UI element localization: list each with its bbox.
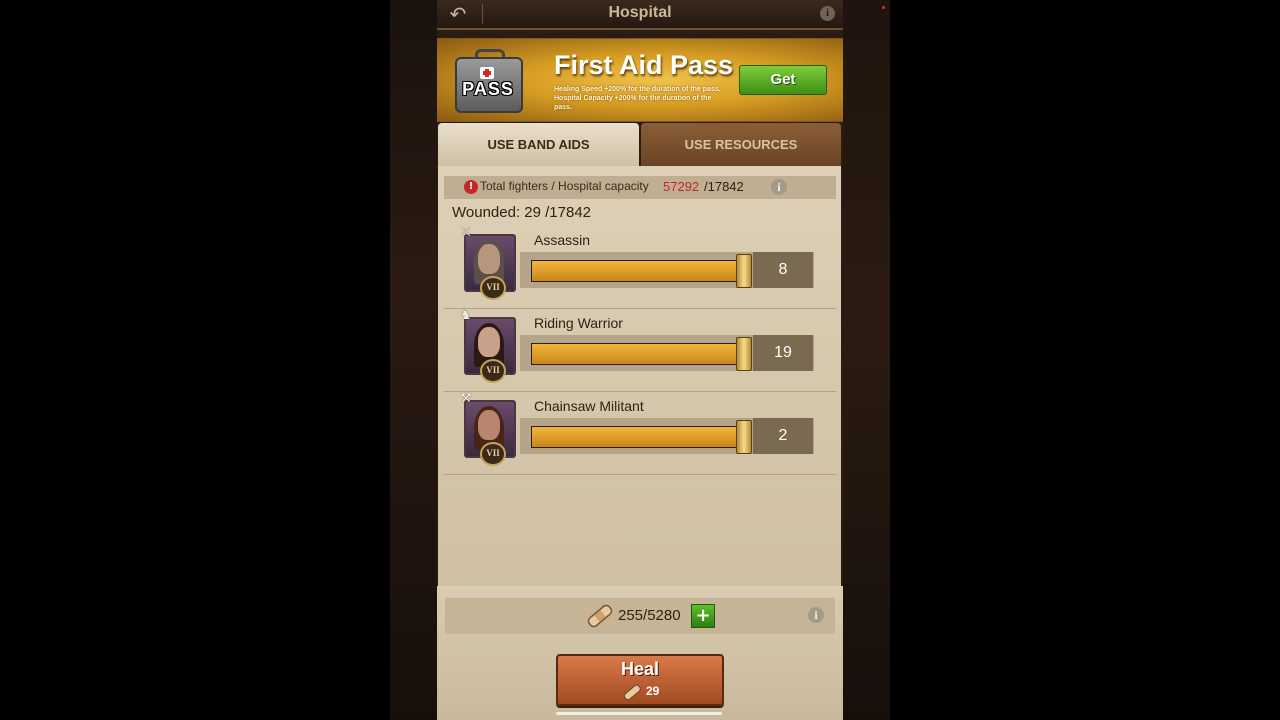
unit-count[interactable]: 19: [753, 335, 813, 371]
avatar-face: [478, 244, 500, 274]
tab-use-band-aids[interactable]: USE BAND AIDS: [438, 123, 639, 166]
slider-fill: [532, 427, 744, 447]
banner-title: First Aid Pass: [554, 50, 734, 80]
slider-knob[interactable]: [736, 254, 752, 288]
pass-kit-icon: PASS: [453, 49, 523, 113]
unit-row-assassin: ⚔ VII Assassin 8: [444, 226, 836, 309]
bottom-bar-area: 255/5280 + i Heal 29: [437, 586, 843, 720]
slider-track[interactable]: [531, 426, 745, 448]
banner-desc-3: pass.: [554, 104, 572, 111]
dagger-icon: ⚔: [460, 225, 472, 240]
unit-row-riding-warrior: ♞ VII Riding Warrior 19: [444, 309, 836, 392]
add-bandages-button[interactable]: +: [691, 604, 715, 628]
heal-button[interactable]: Heal 29: [556, 654, 724, 706]
rank-badge: VII: [480, 276, 506, 300]
bandage-info-icon[interactable]: i: [808, 607, 824, 623]
background-left: [390, 0, 438, 720]
slider-track[interactable]: [531, 260, 745, 282]
first-aid-pass-banner[interactable]: PASS First Aid Pass Healing Speed +200% …: [437, 38, 843, 122]
warning-icon: !: [464, 180, 478, 194]
capacity-info-icon[interactable]: i: [771, 179, 787, 195]
tab-use-resources[interactable]: USE RESOURCES: [641, 123, 841, 166]
bandage-count: 255/5280: [618, 607, 681, 624]
total-fighters-value: 57292: [663, 179, 700, 194]
slider-fill: [532, 261, 744, 281]
bandage-icon: [623, 684, 641, 700]
home-indicator[interactable]: [556, 712, 722, 715]
chainsaw-icon: ⚒: [460, 391, 472, 406]
unit-slider[interactable]: 2: [520, 418, 814, 454]
header-bar: ↶ Hospital i: [437, 0, 843, 30]
unit-name: Riding Warrior: [534, 315, 623, 331]
unit-count[interactable]: 8: [753, 252, 813, 288]
heal-panel: ! Total fighters / Hospital capacity 572…: [438, 166, 841, 586]
hospital-capacity-value: /17842: [704, 179, 744, 194]
capacity-bar: ! Total fighters / Hospital capacity 572…: [444, 176, 836, 199]
status-dot: [882, 6, 885, 9]
pass-word: PASS: [462, 79, 514, 99]
bandage-inventory-bar: 255/5280 + i: [445, 598, 835, 634]
page-title: Hospital: [608, 4, 672, 21]
unit-name: Assassin: [534, 232, 591, 248]
slider-track[interactable]: [531, 343, 745, 365]
slider-fill: [532, 344, 744, 364]
get-pass-button[interactable]: Get: [739, 65, 827, 95]
heal-label: Heal: [620, 659, 660, 679]
rank-badge: VII: [480, 359, 506, 383]
background-right: [842, 0, 890, 720]
hospital-screen: ↶ Hospital i PASS First Aid Pass Healing…: [437, 0, 843, 720]
avatar-face: [478, 410, 500, 440]
unit-slider[interactable]: 8: [520, 252, 814, 288]
rank-badge: VII: [480, 442, 506, 466]
unit-name: Chainsaw Militant: [534, 398, 644, 414]
banner-desc-1: Healing Speed +200% for the duration of …: [554, 86, 721, 93]
slider-knob[interactable]: [736, 420, 752, 454]
unit-row-chainsaw-militant: ⚒ VII Chainsaw Militant 2: [444, 392, 836, 475]
banner-desc-2: Hospital Capacity +200% for the duration…: [554, 95, 712, 102]
bandage-icon: [587, 604, 613, 628]
slider-knob[interactable]: [736, 337, 752, 371]
horse-icon: ♞: [460, 308, 472, 323]
unit-slider[interactable]: 19: [520, 335, 814, 371]
info-icon[interactable]: i: [820, 6, 835, 21]
wounded-count: Wounded: 29 /17842: [452, 204, 592, 221]
avatar-face: [478, 327, 500, 357]
heal-cost: 29: [646, 684, 660, 698]
red-cross-icon: [480, 67, 494, 79]
capacity-label: Total fighters / Hospital capacity: [480, 179, 649, 193]
unit-count[interactable]: 2: [753, 418, 813, 454]
